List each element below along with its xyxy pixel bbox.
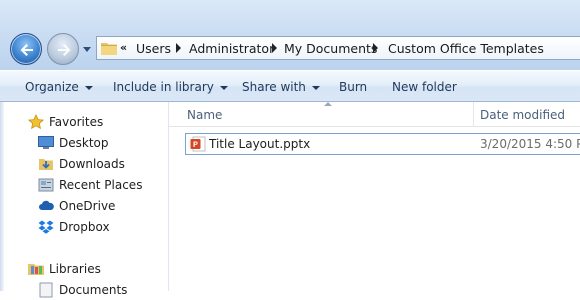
- chevron-down-icon: [84, 85, 93, 90]
- sidebar-item-label: Recent Places: [59, 178, 143, 192]
- breadcrumb-separator-icon[interactable]: [272, 43, 277, 53]
- sidebar-item-onedrive[interactable]: OneDrive: [38, 198, 168, 216]
- chevron-down-icon: [311, 85, 320, 90]
- organize-button[interactable]: Organize: [25, 80, 93, 94]
- command-toolbar: Organize Include in library Share with B…: [0, 70, 580, 102]
- nav-favorites[interactable]: Favorites: [28, 114, 168, 132]
- file-name: Title Layout.pptx: [209, 137, 311, 151]
- forward-button[interactable]: [47, 33, 79, 65]
- dropbox-icon: [38, 220, 54, 234]
- breadcrumb-custom-office-templates[interactable]: Custom Office Templates: [388, 41, 544, 56]
- sidebar-item-label: Desktop: [59, 136, 109, 150]
- sidebar-item-desktop[interactable]: Desktop: [38, 135, 168, 153]
- downloads-folder-icon: [39, 159, 53, 170]
- column-header-name[interactable]: Name: [187, 108, 222, 122]
- breadcrumb-separator-icon[interactable]: [373, 43, 378, 53]
- organize-label: Organize: [25, 80, 79, 94]
- nav-libraries[interactable]: Libraries: [28, 261, 168, 279]
- breadcrumb-overflow-chevron[interactable]: «: [120, 41, 127, 54]
- documents-library-icon: [39, 282, 53, 298]
- forward-arrow-icon: [58, 44, 71, 56]
- address-bar[interactable]: « Users Administrator My Documents Custo…: [96, 36, 580, 60]
- breadcrumb-separator-icon[interactable]: [176, 43, 181, 53]
- libraries-icon: [28, 264, 44, 275]
- column-divider[interactable]: [473, 102, 474, 126]
- navigation-pane-edge: [0, 102, 4, 291]
- burn-button[interactable]: Burn: [339, 80, 367, 94]
- onedrive-cloud-icon: [39, 200, 54, 210]
- sidebar-item-label: Documents: [59, 283, 128, 297]
- folder-icon: [101, 43, 117, 55]
- column-header-date-modified[interactable]: Date modified: [480, 108, 565, 122]
- breadcrumb-my-documents[interactable]: My Documents: [284, 41, 377, 56]
- table-row[interactable]: Title Layout.pptx 3/20/2015 4:50 PM: [185, 133, 580, 155]
- sidebar-item-label: OneDrive: [59, 199, 116, 213]
- powerpoint-file-icon: [190, 136, 206, 152]
- sidebar-item-label: Downloads: [59, 157, 125, 171]
- recent-places-icon: [38, 178, 54, 192]
- share-with-button[interactable]: Share with: [242, 80, 320, 94]
- sidebar-item-label: Dropbox: [59, 220, 110, 234]
- star-icon: [28, 114, 44, 130]
- sidebar-item-documents[interactable]: Documents: [38, 282, 168, 300]
- include-in-library-label: Include in library: [113, 80, 214, 94]
- sidebar-item-downloads[interactable]: Downloads: [38, 156, 168, 174]
- file-date-modified: 3/20/2015 4:50 PM: [480, 137, 580, 151]
- new-folder-button[interactable]: New folder: [392, 80, 457, 94]
- desktop-icon: [38, 136, 54, 149]
- recent-pages-dropdown-icon[interactable]: [82, 44, 92, 54]
- sidebar-item-recent-places[interactable]: Recent Places: [38, 177, 168, 195]
- nav-libraries-label: Libraries: [49, 262, 101, 276]
- sidebar-item-dropbox[interactable]: Dropbox: [38, 219, 168, 237]
- breadcrumb-users[interactable]: Users: [136, 41, 171, 56]
- share-with-label: Share with: [242, 80, 306, 94]
- file-list-pane: [169, 102, 580, 291]
- breadcrumb-administrator[interactable]: Administrator: [189, 41, 274, 56]
- include-in-library-button[interactable]: Include in library: [113, 80, 228, 94]
- column-header-row: Name Date modified: [169, 102, 580, 127]
- chevron-down-icon: [219, 85, 228, 90]
- sort-ascending-icon: [324, 102, 332, 106]
- back-button[interactable]: [10, 33, 42, 65]
- back-arrow-icon: [20, 44, 33, 56]
- nav-favorites-label: Favorites: [49, 115, 104, 129]
